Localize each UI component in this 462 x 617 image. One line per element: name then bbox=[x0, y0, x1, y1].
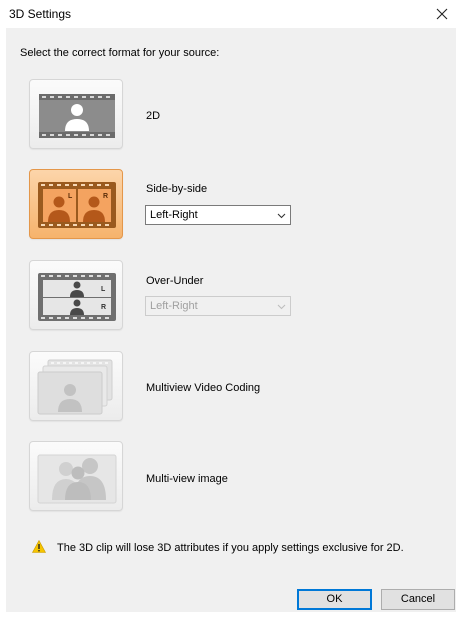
format-multi-view-image-button[interactable] bbox=[29, 441, 123, 511]
ok-button[interactable]: OK bbox=[297, 589, 372, 610]
chevron-down-icon bbox=[277, 213, 286, 219]
format-mvc-button[interactable] bbox=[29, 351, 123, 421]
close-icon bbox=[436, 8, 448, 20]
side-by-side-dropdown-value: Left-Right bbox=[150, 209, 198, 221]
option-label-side-by-side: Side-by-side bbox=[146, 183, 208, 195]
format-side-by-side-button[interactable]: L R bbox=[29, 169, 123, 239]
option-label-over-under: Over-Under bbox=[146, 275, 204, 287]
multi-view-image-icon bbox=[37, 454, 117, 504]
over-eye-marker: L bbox=[101, 286, 106, 293]
window-title: 3D Settings bbox=[9, 7, 72, 21]
left-eye-marker: L bbox=[68, 193, 73, 200]
chevron-down-icon bbox=[277, 304, 286, 310]
side-by-side-layout-dropdown[interactable]: Left-Right bbox=[145, 205, 291, 225]
option-label-multi-view-image: Multi-view image bbox=[146, 473, 228, 485]
under-eye-marker: R bbox=[101, 304, 106, 311]
close-button[interactable] bbox=[422, 0, 462, 28]
film-2d-icon bbox=[39, 94, 115, 138]
warning-icon bbox=[32, 540, 46, 553]
film-over-under-icon: L R bbox=[38, 273, 116, 321]
warning-message: The 3D clip will lose 3D attributes if y… bbox=[57, 542, 404, 554]
cancel-button[interactable]: Cancel bbox=[381, 589, 455, 610]
film-side-by-side-icon: L R bbox=[38, 182, 116, 228]
option-label-2d: 2D bbox=[146, 110, 161, 122]
format-over-under-button[interactable]: L R bbox=[29, 260, 123, 330]
over-under-dropdown-value: Left-Right bbox=[150, 300, 198, 312]
right-eye-marker: R bbox=[103, 193, 108, 200]
over-under-layout-dropdown[interactable]: Left-Right bbox=[145, 296, 291, 316]
format-2d-button[interactable] bbox=[29, 79, 123, 149]
title-bar: 3D Settings bbox=[0, 0, 462, 28]
multiview-video-icon bbox=[37, 359, 113, 415]
instruction-text: Select the correct format for your sourc… bbox=[20, 47, 220, 59]
option-label-mvc: Multiview Video Coding bbox=[146, 382, 261, 394]
